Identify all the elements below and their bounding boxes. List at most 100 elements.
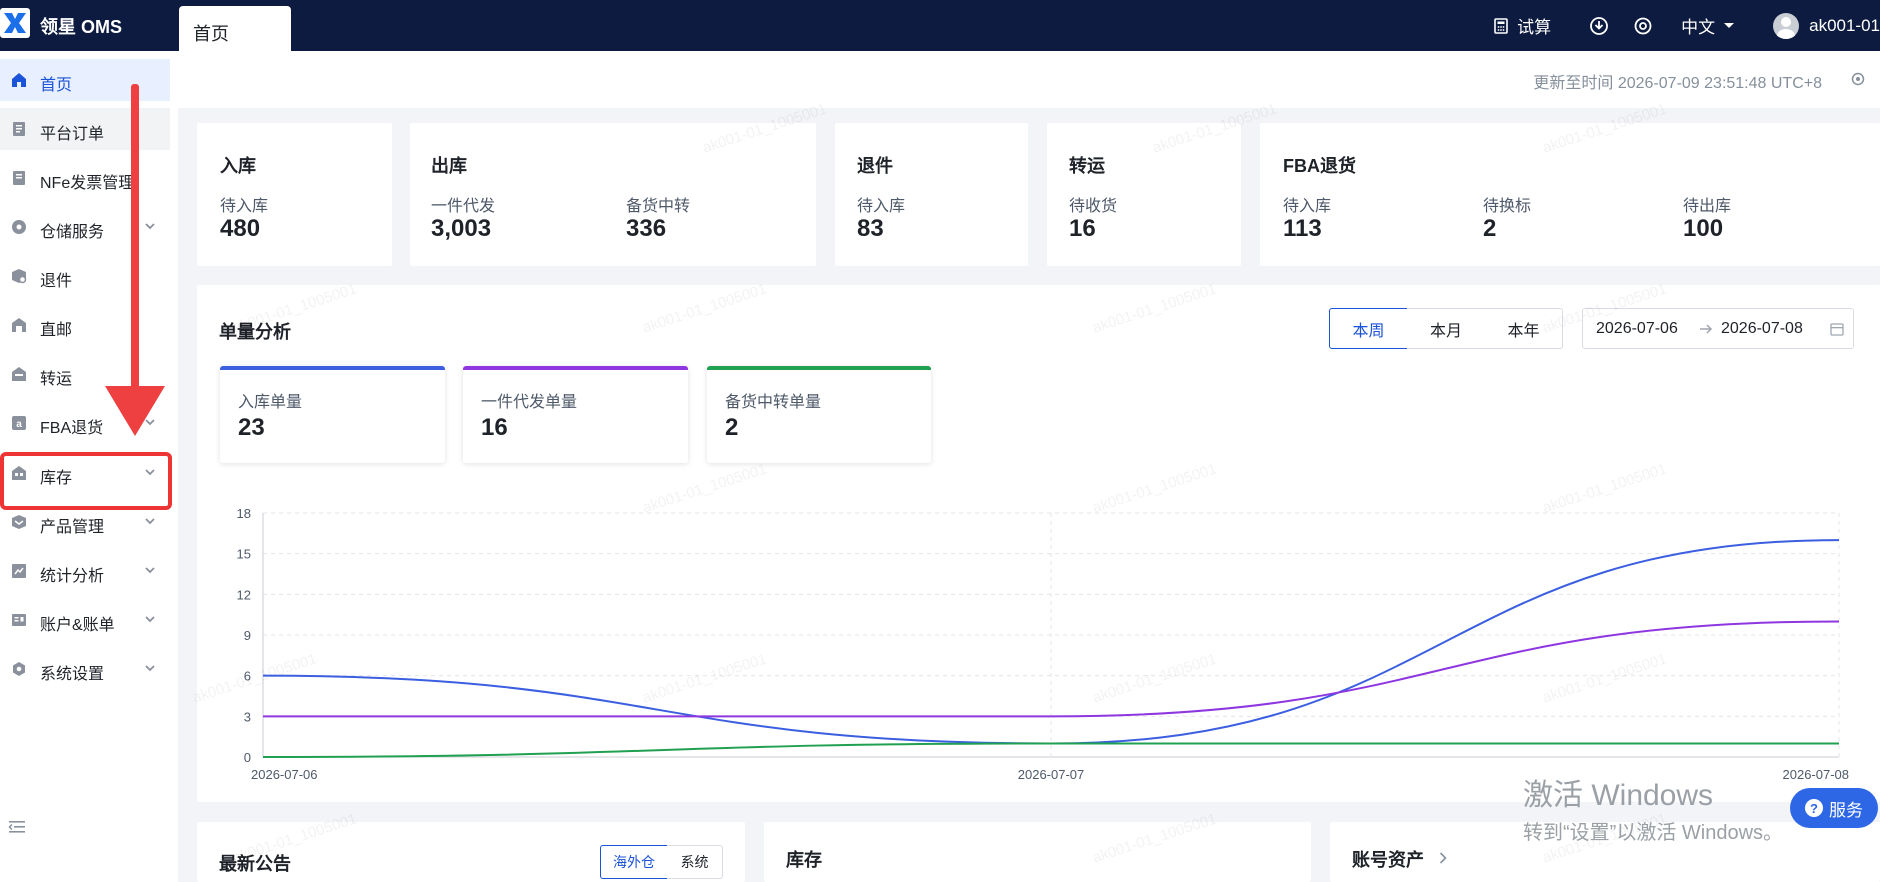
language-select[interactable]: 中文	[1681, 13, 1743, 38]
range-tab-week[interactable]: 本周	[1329, 308, 1408, 349]
fba-return-icon: a	[12, 416, 26, 430]
calendar-icon	[1830, 323, 1844, 336]
transfer-icon	[12, 367, 26, 381]
sidebar-item-label: NFe发票管理	[40, 175, 135, 192]
settings-button[interactable]	[1633, 16, 1661, 36]
metric-card-stock-transfer[interactable]: 备货中转单量 2	[707, 366, 931, 463]
sidebar-item-label: FBA退货	[40, 420, 104, 437]
refresh-icon[interactable]	[1850, 71, 1866, 87]
fba-pending-in-value: 113	[1283, 215, 1322, 242]
order-icon	[13, 122, 25, 136]
chevron-down-icon	[145, 616, 155, 623]
dropship-label: 一件代发	[431, 198, 496, 215]
sidebar-item-label: 退件	[40, 273, 73, 290]
metric-color-bar	[463, 366, 688, 370]
inbound-title: 入库	[220, 156, 256, 176]
sidebar-item-label: 平台订单	[40, 126, 105, 143]
transfer-card[interactable]: 转运 待收货 16	[1047, 123, 1241, 266]
metric-value: 23	[238, 414, 265, 441]
inbound-pending-label: 待入库	[220, 198, 269, 215]
arrow-right-icon	[1700, 324, 1713, 334]
sidebar-item-account-billing[interactable]: 账户&账单	[0, 599, 170, 641]
sidebar-item-direct-mail[interactable]: 直邮	[0, 304, 170, 346]
sidebar-item-nfe-invoice[interactable]: NFe发票管理	[0, 157, 170, 199]
trial-calc-button[interactable]: 试算	[1493, 13, 1551, 38]
y-tick-label: 9	[244, 628, 251, 643]
range-tab-year[interactable]: 本年	[1485, 308, 1563, 349]
calculator-icon	[1494, 17, 1508, 34]
sidebar-item-label: 产品管理	[40, 519, 105, 536]
direct-mail-icon	[12, 318, 26, 332]
inbound-card[interactable]: 入库 待入库 480	[197, 123, 392, 266]
outbound-card[interactable]: 出库 一件代发 3,003 备货中转 336	[410, 123, 816, 266]
annotation-highlight-box	[0, 452, 172, 510]
y-tick-label: 15	[237, 547, 251, 562]
announcements-title: 最新公告	[219, 854, 291, 874]
date-start: 2026-07-06	[1596, 320, 1678, 337]
invoice-icon	[13, 171, 25, 185]
y-tick-label: 18	[237, 506, 251, 521]
y-tick-label: 3	[244, 709, 251, 724]
sidebar-item-label: 仓储服务	[40, 224, 105, 241]
settings-icon	[13, 662, 25, 676]
chevron-right-icon	[1439, 852, 1447, 864]
metric-value: 16	[481, 414, 508, 441]
range-tab-month[interactable]: 本月	[1407, 308, 1486, 349]
fba-pending-out-value: 100	[1683, 215, 1724, 242]
fba-returns-card[interactable]: FBA退货 待入库 113 待换标 2 待出库 100	[1260, 123, 1880, 266]
sidebar-item-label: 账户&账单	[40, 617, 115, 634]
tab-home-label: 首页	[193, 24, 229, 44]
tab-home[interactable]: 首页	[179, 6, 291, 51]
returns-card[interactable]: 退件 待入库 83	[835, 123, 1028, 266]
sidebar-item-label: 直邮	[40, 322, 73, 339]
metric-label: 入库单量	[238, 394, 303, 411]
x-tick-label: 2026-07-08	[1783, 767, 1850, 782]
update-time: 更新至时间 2026-07-09 23:51:48 UTC+8	[1533, 75, 1822, 92]
home-icon	[12, 73, 26, 87]
sidebar-item-statistics[interactable]: 统计分析	[0, 550, 170, 592]
fba-pending-in-label: 待入库	[1283, 198, 1332, 215]
analysis-title: 单量分析	[219, 322, 291, 342]
date-range-picker[interactable]: 2026-07-06 2026-07-08	[1582, 308, 1854, 349]
account-icon	[12, 614, 26, 626]
annotation-arrow-head	[105, 386, 165, 436]
user-menu[interactable]: ak001-01	[1773, 12, 1880, 39]
download-button[interactable]	[1589, 16, 1617, 36]
sidebar-item-warehouse-service[interactable]: 仓储服务	[0, 206, 170, 248]
product-icon	[12, 515, 26, 529]
avatar	[1773, 12, 1800, 39]
stock-transfer-value: 336	[626, 215, 667, 242]
language-label: 中文	[1681, 18, 1716, 37]
metric-card-dropship[interactable]: 一件代发单量 16	[463, 366, 688, 463]
y-tick-label: 12	[237, 587, 251, 602]
outbound-title: 出库	[431, 156, 467, 176]
sidebar-item-system-settings[interactable]: 系统设置	[0, 648, 170, 690]
announcement-tab-system[interactable]: 系统	[667, 845, 723, 879]
order-line-chart: 0 3 6 9 12 15 18 2026-07-06 2026-07-07 2026-07-08	[237, 506, 1850, 782]
x-tick-label: 2026-07-07	[1018, 767, 1085, 782]
sidebar-item-label: 转运	[40, 371, 73, 388]
inbound-pending-value: 480	[220, 215, 261, 242]
inventory-title: 库存	[786, 850, 822, 870]
service-button[interactable]: ? 服务	[1790, 788, 1878, 828]
chevron-down-icon	[145, 223, 155, 230]
sidebar-item-platform-orders[interactable]: 平台订单	[0, 108, 170, 150]
content-header: 更新至时间 2026-07-09 23:51:48 UTC+8	[178, 51, 1880, 108]
sidebar-item-home[interactable]: 首页	[0, 59, 170, 101]
dropship-value: 3,003	[431, 215, 492, 242]
fba-pending-out-label: 待出库	[1683, 198, 1732, 215]
brand-name: 领星 OMS	[40, 17, 123, 37]
metric-color-bar	[220, 366, 445, 370]
metric-card-inbound[interactable]: 入库单量 23	[220, 366, 445, 463]
warehouse-service-icon	[12, 220, 26, 234]
svg-text:a: a	[16, 419, 22, 430]
windows-activation-title: 激活 Windows	[1523, 779, 1714, 812]
windows-activation-hint: 转到“设置”以激活 Windows。	[1523, 822, 1784, 844]
metric-color-bar	[707, 366, 931, 370]
announcement-tab-overseas[interactable]: 海外仓	[600, 845, 668, 879]
sidebar-item-returns[interactable]: 退件	[0, 255, 170, 297]
statistics-icon	[12, 564, 26, 578]
transfer-title: 转运	[1069, 156, 1105, 176]
service-label: 服务	[1829, 800, 1863, 820]
collapse-menu-icon[interactable]	[8, 819, 26, 835]
